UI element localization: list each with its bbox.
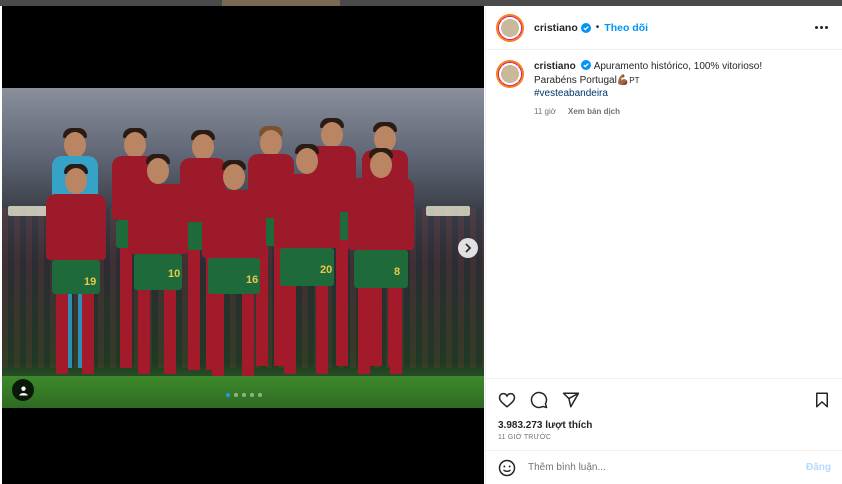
username-link[interactable]: cristiano	[534, 22, 578, 34]
jersey-number: 10	[168, 268, 181, 280]
more-options-icon[interactable]	[815, 26, 828, 29]
user-tags-button[interactable]	[12, 379, 34, 401]
flag-label: PT	[629, 75, 640, 85]
jersey-number: 19	[84, 276, 97, 288]
player: 8	[348, 148, 414, 382]
carousel-dot	[258, 393, 262, 397]
comment-input[interactable]	[528, 462, 806, 473]
caption-avatar[interactable]	[496, 60, 524, 88]
heart-icon[interactable]	[498, 391, 516, 409]
follow-button[interactable]: Theo dõi	[604, 22, 648, 34]
jersey-number: 20	[320, 264, 333, 276]
carousel-indicator	[226, 393, 262, 397]
player: 10	[128, 154, 188, 382]
post-sidebar: cristiano • Theo dõi cristiano Apurament…	[485, 6, 842, 484]
see-translation-button[interactable]: Xem bản dịch	[568, 105, 620, 119]
jersey-number: 16	[246, 274, 259, 286]
likes-count[interactable]: 3.983.273 lượt thích	[498, 420, 831, 431]
stadium-light	[426, 206, 470, 216]
chevron-right-icon	[465, 243, 472, 253]
carousel-dot	[226, 393, 230, 397]
carousel-dot	[242, 393, 246, 397]
verified-badge-icon	[580, 22, 591, 33]
post-comment-button[interactable]: Đăng	[806, 462, 831, 473]
user-tag-icon	[18, 385, 28, 396]
post-header: cristiano • Theo dõi	[486, 6, 842, 50]
comment-composer: Đăng	[486, 450, 842, 484]
caption-text-line1: Apuramento histórico, 100% vitorioso!	[593, 61, 763, 72]
carousel-dot	[234, 393, 238, 397]
jersey-number: 8	[394, 266, 401, 278]
caption-timestamp[interactable]: 11 giờ	[534, 105, 556, 119]
post-actions: 3.983.273 lượt thích 11 GIỜ TRƯỚC	[486, 378, 842, 441]
post-time-ago[interactable]: 11 GIỜ TRƯỚC	[498, 434, 831, 441]
carousel-dot	[250, 393, 254, 397]
separator-dot: •	[595, 22, 600, 33]
verified-badge-icon	[581, 60, 592, 70]
player: 16	[202, 160, 266, 382]
next-slide-button[interactable]	[458, 238, 478, 258]
post-caption: cristiano Apuramento histórico, 100% vit…	[486, 50, 842, 118]
comment-icon[interactable]	[530, 391, 548, 409]
post-photo: 19 10 16 20 8	[2, 88, 484, 408]
post-media[interactable]: 19 10 16 20 8	[2, 6, 484, 484]
send-icon[interactable]	[562, 391, 580, 409]
player: 20	[274, 144, 340, 382]
caption-username[interactable]: cristiano	[534, 61, 576, 72]
avatar[interactable]	[496, 13, 524, 42]
player: 19	[46, 164, 106, 382]
emoji-icon[interactable]	[498, 459, 516, 477]
bookmark-icon[interactable]	[813, 391, 831, 409]
caption-text-line2: Parabéns Portugal💪🏾	[534, 74, 630, 86]
hashtag-link[interactable]: #vesteabandeira	[534, 88, 608, 99]
